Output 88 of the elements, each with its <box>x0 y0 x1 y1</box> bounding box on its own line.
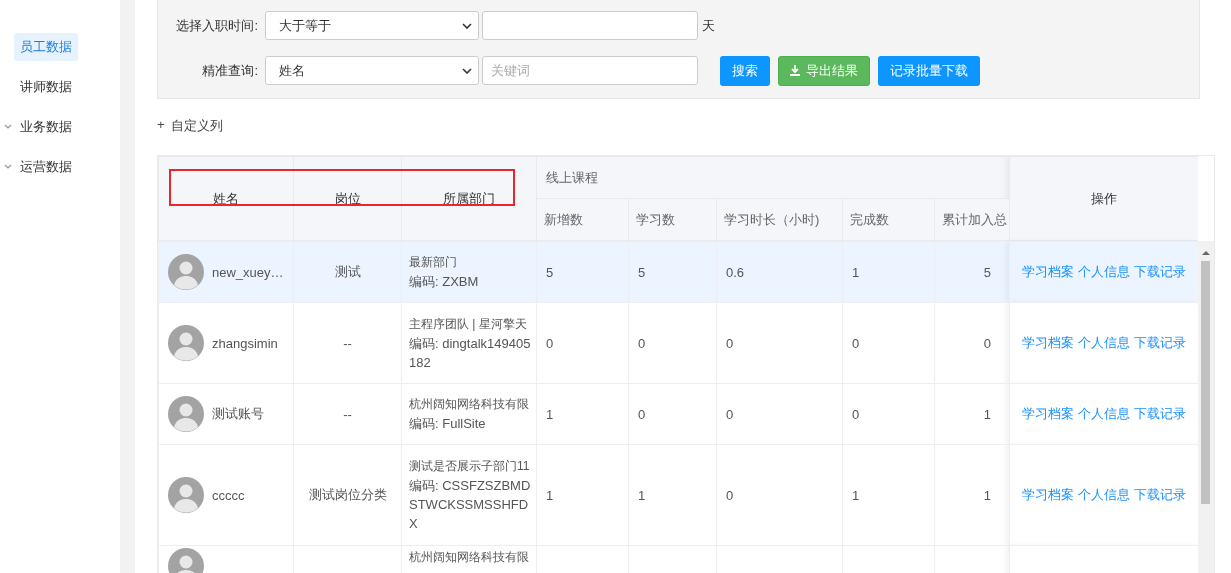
table-cell: 1 <box>852 487 860 503</box>
sidebar-item[interactable]: 讲师数据 <box>14 73 78 101</box>
field-label: 精准查询: <box>201 61 259 80</box>
department-text: 杭州阔知网络科技有限 <box>409 396 530 413</box>
unit-label: 天 <box>702 16 715 35</box>
column-header: 姓名 <box>213 190 239 206</box>
table-row[interactable]: ccccc 测试岗位分类 测试是否展示子部门11 编码: CSSFZSZBMDSTWCKSSMSSHFDX 1 1 0 1 1 学习档案 个人信息 下载记录 <box>158 444 1198 546</box>
table-row[interactable]: new_xuey… 测试 最新部门 编码: ZXBM 5 5 0.6 1 5 学习档案 个人信息 下载记录 <box>158 241 1198 303</box>
table-cell: 1 <box>983 406 991 422</box>
table-cell: -- <box>343 406 352 422</box>
column-header: 完成数 <box>850 211 889 227</box>
employee-name: 测试账号 <box>212 405 264 423</box>
column-header: 操作 <box>1090 190 1117 206</box>
table-cell: -- <box>343 335 352 351</box>
action-link[interactable]: 下载记录 <box>1133 264 1186 279</box>
action-link[interactable]: 下载记录 <box>1133 335 1186 350</box>
column-header: 学习数 <box>636 211 675 227</box>
table-cell: 1 <box>546 487 554 503</box>
export-button[interactable]: 导出结果 <box>778 55 870 86</box>
table-cell: 0 <box>983 335 991 351</box>
action-link[interactable]: 学习档案 <box>1021 335 1074 350</box>
group-header: 线上课程 <box>546 169 598 185</box>
table-cell: 1 <box>852 264 860 280</box>
action-link[interactable]: 个人信息 <box>1077 487 1130 502</box>
action-link[interactable]: 个人信息 <box>1077 406 1130 421</box>
column-header: 新增数 <box>544 211 583 227</box>
table-row[interactable]: 测试账号 -- 杭州阔知网络科技有限 编码: FullSite 1 0 0 0 1 学习档案 个人信息 下载记录 <box>158 383 1198 445</box>
table-cell: 0 <box>852 406 860 422</box>
action-link[interactable]: 学习档案 <box>1021 406 1074 421</box>
department-text: 编码: dingtalk149405182 <box>409 334 532 372</box>
department-text: 编码: FullSite <box>409 415 487 433</box>
table-cell: 0 <box>638 335 646 351</box>
table-cell: 5 <box>546 264 554 280</box>
avatar-icon <box>168 396 204 432</box>
sidebar-item[interactable]: 业务数据 <box>14 113 78 141</box>
table-cell: 1 <box>638 487 646 503</box>
avatar-icon <box>168 254 204 290</box>
field-select[interactable]: 姓名 <box>265 56 479 85</box>
avatar-icon <box>168 325 204 361</box>
employee-name: ccccc <box>212 487 245 503</box>
caret-icon <box>462 22 472 29</box>
action-link[interactable]: 个人信息 <box>1077 335 1130 350</box>
table-cell: 1 <box>546 406 554 422</box>
action-link[interactable]: 个人信息 <box>1077 264 1130 279</box>
department-text: 主程序团队 | 星河擎天 <box>409 315 528 333</box>
action-link[interactable]: 学习档案 <box>1021 264 1074 279</box>
column-header: 所属部门 <box>443 190 495 206</box>
action-button[interactable]: 搜索 <box>720 55 770 86</box>
table-cell: 0.6 <box>726 264 745 280</box>
avatar-icon <box>168 477 204 513</box>
table-cell: 0 <box>546 335 554 351</box>
employee-name: zhangsimin <box>212 335 278 351</box>
caret-icon <box>462 67 472 74</box>
department-text: 编码: CSSFZSZBMDSTWCKSSMSSHFDX <box>409 477 532 533</box>
column-header: 累计加入总 <box>942 211 1007 227</box>
department-text: 测试是否展示子部门11 <box>409 458 531 475</box>
chevron-icon[interactable] <box>4 164 12 170</box>
action-link[interactable]: 下载记录 <box>1133 487 1186 502</box>
operator-select[interactable]: 大于等于 <box>265 11 479 40</box>
action-link[interactable]: 学习档案 <box>1021 487 1074 502</box>
download-icon <box>790 65 800 76</box>
table-cell: 5 <box>983 264 991 280</box>
days-input[interactable] <box>482 11 698 40</box>
table-cell: 0 <box>726 487 734 503</box>
table-cell: 测试岗位分类 <box>308 487 387 502</box>
table-row[interactable]: 杭州阔知网络科技有限 <box>158 545 1198 573</box>
employee-name: new_xuey… <box>212 264 284 280</box>
table-cell: 0 <box>852 335 860 351</box>
table-cell: 0 <box>726 335 734 351</box>
column-header: 岗位 <box>334 190 361 206</box>
department-text: 最新部门 <box>409 254 458 271</box>
chevron-icon[interactable] <box>4 124 12 130</box>
field-label: 选择入职时间: <box>175 16 259 35</box>
sidebar-item[interactable]: 员工数据 <box>14 33 78 61</box>
department-text: 编码: ZXBM <box>409 273 480 291</box>
department-text: 杭州阔知网络科技有限 <box>409 549 530 566</box>
table-cell: 测试 <box>334 264 361 279</box>
action-button[interactable]: 记录批量下载 <box>878 55 980 86</box>
table-cell: 0 <box>726 406 734 422</box>
table-cell: 1 <box>983 487 991 503</box>
action-link[interactable]: 下载记录 <box>1133 406 1186 421</box>
sidebar-item[interactable]: 运营数据 <box>14 153 78 181</box>
table-cell: 5 <box>638 264 646 280</box>
keyword-input[interactable]: 关键词 <box>482 56 698 85</box>
table-row[interactable]: zhangsimin -- 主程序团队 | 星河擎天 编码: dingtalk149405182 0 0 0 0 0 学习档案 个人信息 下载记录 <box>158 302 1198 384</box>
table-cell: 0 <box>638 406 646 422</box>
add-column-link[interactable]: + 自定义列 <box>157 117 223 135</box>
column-header: 学习时长（小时) <box>724 211 820 227</box>
